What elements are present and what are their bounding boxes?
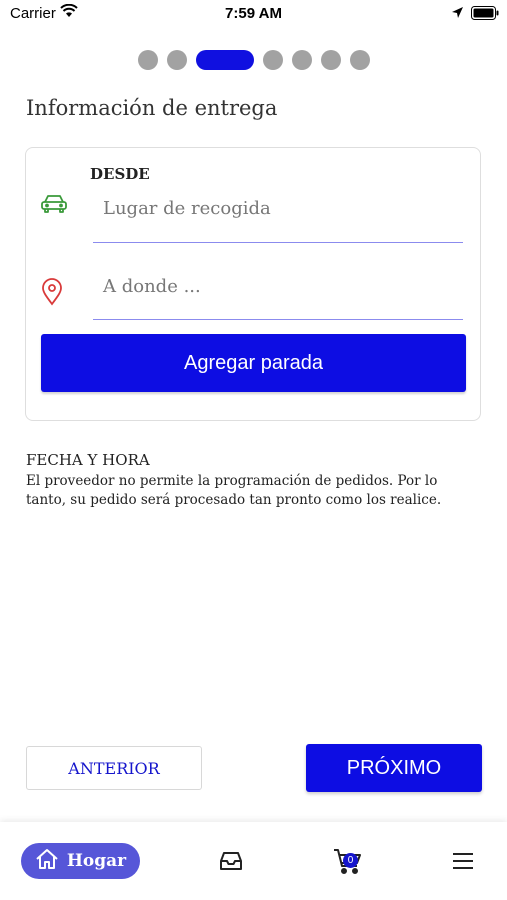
schedule-title: FECHA Y HORA (26, 451, 150, 469)
hamburger-menu-icon[interactable] (452, 852, 474, 875)
schedule-message: El proveedor no permite la programación … (26, 473, 442, 508)
inbox-tray-icon[interactable] (219, 850, 243, 877)
pickup-placeholder: Lugar de recogida (103, 198, 271, 219)
step-indicator (0, 50, 507, 70)
pickup-input[interactable]: Lugar de recogida (93, 190, 463, 243)
step-dot-active (195, 50, 254, 70)
step-dot (320, 50, 341, 70)
battery-icon (471, 6, 499, 25)
nav-home-button[interactable]: Hogar (21, 843, 140, 879)
location-arrow-icon (451, 6, 464, 24)
home-icon (35, 848, 59, 875)
add-stop-button[interactable]: Agregar parada (41, 334, 466, 392)
step-dot (137, 50, 158, 70)
destination-input[interactable]: A donde ... (93, 268, 463, 320)
step-dot (349, 50, 370, 70)
step-dot (166, 50, 187, 70)
status-bar: Carrier 7:59 AM (0, 0, 507, 28)
page-title: Información de entrega (26, 96, 278, 120)
destination-placeholder: A donde ... (103, 276, 201, 297)
clock: 7:59 AM (225, 5, 282, 22)
next-button[interactable]: PRÓXIMO (306, 744, 482, 792)
from-label: DESDE (90, 165, 150, 183)
bottom-nav: Hogar 0 (0, 822, 507, 900)
previous-button[interactable]: ANTERIOR (26, 746, 202, 790)
car-icon (40, 193, 68, 220)
step-dot (291, 50, 312, 70)
address-card: DESDE Lugar de recogida A donde ... Agre… (25, 147, 481, 421)
map-pin-icon (41, 278, 63, 311)
cart-count-badge: 0 (343, 853, 358, 868)
nav-home-label: Hogar (66, 851, 127, 871)
step-dot (262, 50, 283, 70)
